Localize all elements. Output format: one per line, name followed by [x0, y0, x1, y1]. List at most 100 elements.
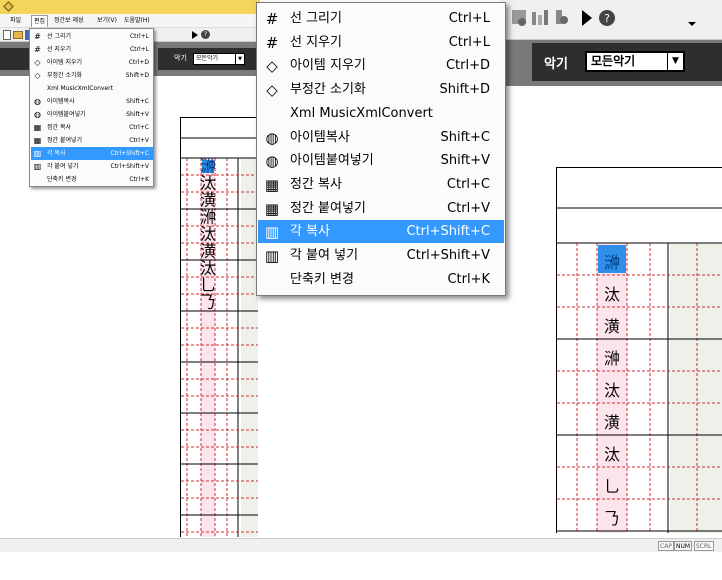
instrument-select[interactable]: 모든악기 ▼ — [193, 53, 245, 65]
status-bar: CAP NUM SCRL — [258, 538, 722, 552]
open-folder-icon[interactable] — [13, 31, 23, 39]
app-icon — [3, 1, 14, 12]
menu-item-label: 각 복사 — [47, 150, 66, 157]
column-paste-icon[interactable] — [556, 10, 568, 24]
menu-item-icon: # — [265, 33, 279, 52]
menu-item-label: 선 그리기 — [290, 11, 342, 26]
menu-item-shortcut: Ctrl+C — [446, 176, 490, 192]
edit-menu-item[interactable]: 단축키 변경 Ctrl+K — [31, 173, 153, 186]
edit-menu-item[interactable]: ◍ 아이템붙여넣기 Shift+V — [258, 149, 504, 172]
edit-menu-item[interactable]: 단축키 변경 Ctrl+K — [258, 268, 504, 291]
edit-menu-item[interactable]: ▥ 각 복사 Ctrl+Shift+C — [31, 147, 153, 160]
menu-item-4[interactable]: 도움말(H) — [122, 15, 152, 27]
menu-item-icon — [33, 84, 42, 93]
help-icon[interactable]: ? — [201, 30, 210, 39]
chevron-down-icon[interactable] — [688, 22, 696, 26]
menu-item-icon: ▥ — [264, 247, 280, 265]
edit-menu-item[interactable]: # 선 지우기 Ctrl+L — [31, 43, 153, 56]
menu-item-shortcut: Shift+D — [439, 82, 490, 98]
menu-item-label: Xml MusicXmlConvert — [290, 105, 433, 121]
new-file-icon[interactable] — [3, 30, 11, 40]
menu-item-label: 단축키 변경 — [290, 271, 354, 287]
instrument-label: 악기 — [544, 57, 568, 72]
status-bar-left — [0, 538, 258, 552]
status-num: NUM — [674, 541, 693, 551]
chevron-down-icon[interactable]: ▼ — [667, 53, 683, 70]
status-scrl: SCRL — [694, 541, 714, 551]
menu-item-shortcut: Ctrl+L — [129, 33, 149, 40]
edit-menu-item[interactable]: # 선 그리기 Ctrl+L — [258, 7, 504, 30]
play-icon[interactable] — [582, 10, 592, 26]
score-note: 汰 — [604, 285, 620, 304]
play-icon[interactable] — [192, 31, 198, 39]
menu-item-label: 각 붙여 넣기 — [47, 163, 79, 170]
menu-item-0[interactable]: 파일 — [8, 15, 23, 27]
grid-toggle-icon[interactable] — [512, 10, 526, 26]
edit-menu-item[interactable]: ▦ 정간 붙여넣기 Ctrl+V — [31, 134, 153, 147]
menu-item-shortcut: Ctrl+K — [129, 176, 149, 183]
menu-item-shortcut: Ctrl+Shift+C — [406, 224, 490, 240]
help-icon[interactable]: ? — [599, 10, 615, 26]
title-bar — [0, 0, 258, 14]
menu-item-icon — [33, 175, 42, 184]
edit-menu-item[interactable]: # 선 그리기 Ctrl+L — [31, 30, 153, 43]
score-sheet-large: 㴢汰潢㴢汰潢汰乚𠄎 — [556, 167, 722, 533]
edit-menu-item[interactable]: ◇ 아이템 지우기 Ctrl+D — [258, 54, 504, 77]
menu-item-label: 단축키 변경 — [47, 176, 77, 183]
menu-item-shortcut: Ctrl+Shift+C — [110, 150, 149, 157]
menu-item-icon: ◍ — [265, 152, 279, 171]
menu-item-icon: ◇ — [34, 58, 41, 67]
svg-text:?: ? — [604, 12, 610, 25]
edit-menu-item[interactable]: ◍ 아이템복사 Shift+C — [258, 126, 504, 149]
edit-menu-item[interactable]: ▦ 정간 붙여넣기 Ctrl+V — [258, 197, 504, 220]
menu-item-shortcut: Shift+V — [126, 111, 149, 118]
chevron-down-icon[interactable]: ▼ — [235, 54, 244, 64]
menu-item-label: 정간 복사 — [290, 176, 342, 192]
menu-item-label: 아이템붙여넣기 — [47, 111, 86, 118]
edit-menu-item[interactable]: ◍ 아이템붙여넣기 Shift+V — [31, 108, 153, 121]
menu-item-icon — [263, 271, 281, 289]
edit-menu-item[interactable]: ▥ 각 붙여 넣기 Ctrl+Shift+V — [31, 160, 153, 173]
menu-item-icon: # — [34, 45, 41, 54]
edit-menu-item[interactable]: ◇ 아이템 지우기 Ctrl+D — [31, 56, 153, 69]
menu-item-label: 각 붙여 넣기 — [290, 248, 359, 263]
menu-item-shortcut: Ctrl+L — [448, 11, 490, 26]
instrument-label: 악기 — [174, 54, 187, 62]
edit-menu-item[interactable]: ◍ 아이템복사 Shift+C — [31, 95, 153, 108]
menu-item-shortcut: Ctrl+D — [445, 58, 490, 74]
menu-item-shortcut: Ctrl+V — [129, 137, 149, 144]
menu-item-icon — [263, 105, 281, 123]
edit-menu-item[interactable]: Xml MusicXmlConvert — [258, 102, 504, 125]
menu-item-shortcut: Shift+D — [125, 72, 149, 79]
menu-item-label: Xml MusicXmlConvert — [47, 85, 113, 92]
menu-item-shortcut: Ctrl+Shift+V — [406, 248, 490, 263]
menu-item-3[interactable]: 보기(V) — [95, 15, 119, 27]
menu-item-label: 선 지우기 — [47, 46, 71, 53]
instrument-select[interactable]: 모든악기 ▼ — [585, 51, 685, 72]
menu-item-label: 아이템붙여넣기 — [290, 153, 374, 169]
column-copy-icon[interactable] — [532, 10, 548, 25]
edit-menu-item[interactable]: # 선 지우기 Ctrl+L — [258, 31, 504, 54]
menu-item-icon: # — [265, 10, 279, 28]
menu-item-shortcut: Ctrl+K — [447, 271, 490, 287]
edit-menu-dropdown-zoomed: # 선 그리기 Ctrl+L # 선 지우기 Ctrl+L ◇ 아이템 지우기 Ctrl+D ◇ 부… — [256, 2, 506, 296]
menu-item-1[interactable]: 편집 — [31, 15, 49, 27]
menu-item-2[interactable]: 정간보 제성 — [52, 15, 86, 27]
score-note: 潢 — [604, 413, 620, 432]
menu-item-icon: ▦ — [33, 123, 42, 132]
edit-menu-item[interactable]: Xml MusicXmlConvert — [31, 82, 153, 95]
edit-menu-item[interactable]: ▥ 각 복사 Ctrl+Shift+C — [258, 220, 504, 244]
score-note: 㴢 — [604, 349, 620, 368]
edit-menu-item[interactable]: ▥ 각 붙여 넣기 Ctrl+Shift+V — [258, 244, 504, 267]
score-note: 㴢 — [604, 253, 620, 272]
menu-item-label: 정간 붙여넣기 — [47, 137, 83, 144]
instrument-select-value: 모든악기 — [196, 55, 219, 62]
menu-item-icon: ◇ — [34, 71, 41, 80]
edit-menu-item[interactable]: ◇ 부정간 소기화 Shift+D — [31, 69, 153, 82]
edit-menu-item[interactable]: ▦ 정간 복사 Ctrl+C — [31, 121, 153, 134]
edit-menu-item[interactable]: ▦ 정간 복사 Ctrl+C — [258, 173, 504, 196]
edit-menu-item[interactable]: ◇ 부정간 소기화 Shift+D — [258, 78, 504, 101]
menu-item-icon: ▥ — [33, 162, 42, 171]
menu-item-shortcut: Ctrl+L — [129, 46, 149, 53]
menu-item-shortcut: Ctrl+Shift+V — [110, 163, 149, 170]
